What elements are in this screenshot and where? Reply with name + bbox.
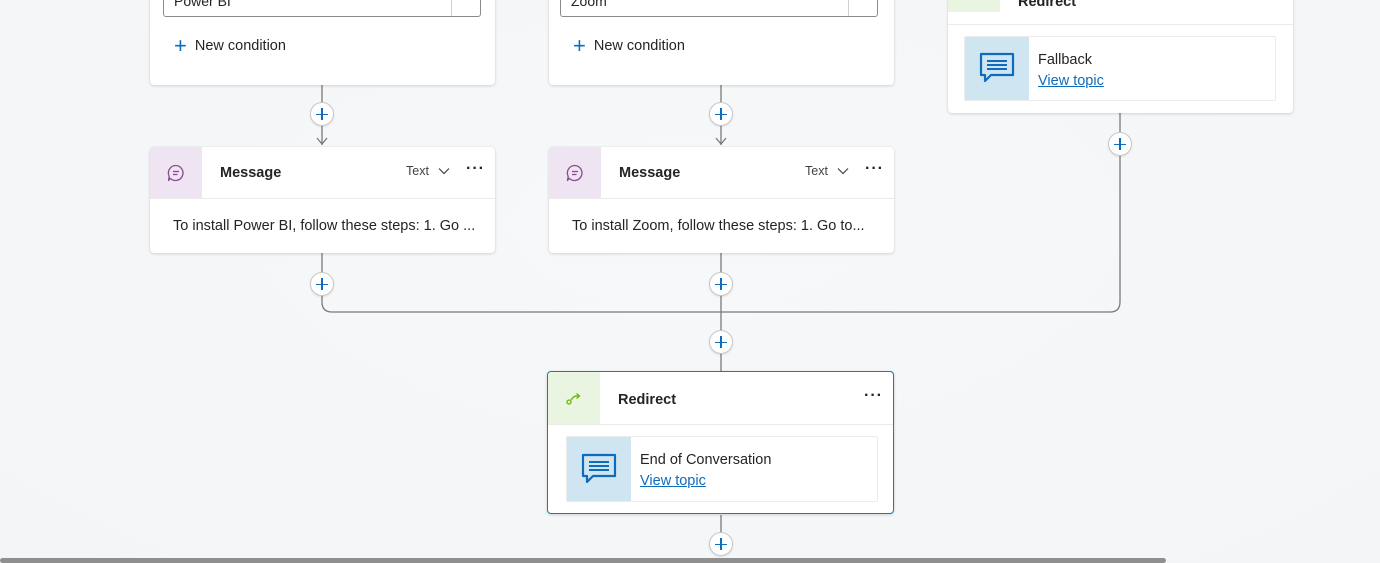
redirect-arrow-icon: [566, 393, 581, 405]
condition-value-input[interactable]: Power BI ···: [163, 0, 481, 17]
message-type-label: Text: [805, 164, 828, 178]
topic-chat-icon: [581, 453, 617, 484]
message-icon-box: [150, 147, 202, 198]
view-topic-link[interactable]: View topic: [640, 473, 706, 489]
chevron-down-icon: [438, 168, 450, 175]
message-type-dropdown[interactable]: Text: [805, 164, 849, 178]
new-condition-label: New condition: [593, 38, 685, 54]
card-divider: [549, 198, 894, 199]
condition-card-power-bi: Power BI ··· + New condition: [150, 0, 495, 85]
add-node-button[interactable]: [709, 272, 733, 296]
message-icon-box: [549, 147, 601, 198]
redirect-title: Redirect: [618, 392, 677, 408]
chat-bubble-icon: [167, 164, 184, 182]
add-node-button[interactable]: [709, 330, 733, 354]
add-node-button[interactable]: [310, 102, 334, 126]
card-divider: [150, 198, 495, 199]
message-card-power-bi[interactable]: Message Text ··· To install Power BI, fo…: [150, 147, 495, 253]
new-condition-label: New condition: [194, 38, 286, 54]
condition-value-text: Power BI: [174, 0, 231, 9]
add-node-button[interactable]: [709, 532, 733, 556]
new-condition-button[interactable]: + New condition: [573, 30, 685, 58]
add-node-button[interactable]: [310, 272, 334, 296]
condition-more-button[interactable]: ···: [848, 0, 877, 16]
message-title: Message: [619, 165, 681, 181]
message-type-label: Text: [406, 164, 429, 178]
redirect-title: Redirect: [1018, 0, 1077, 10]
more-options-button[interactable]: ···: [864, 387, 883, 405]
message-text: To install Zoom, follow these steps: 1. …: [572, 218, 865, 234]
more-options-button[interactable]: ···: [466, 160, 485, 178]
message-card-zoom[interactable]: Message Text ··· To install Zoom, follow…: [549, 147, 894, 253]
add-node-button[interactable]: [1108, 132, 1132, 156]
card-divider: [548, 424, 893, 425]
topic-icon-box: [965, 37, 1029, 100]
condition-value-text: Zoom: [571, 0, 607, 9]
condition-value-input[interactable]: Zoom ···: [560, 0, 878, 17]
add-node-button[interactable]: [709, 102, 733, 126]
fallback-redirect-card[interactable]: Redirect Fallback View topic: [948, 0, 1293, 113]
chevron-down-icon: [837, 168, 849, 175]
end-conversation-redirect-card[interactable]: Redirect ··· End of Conversation View to…: [547, 371, 894, 514]
plus-icon: +: [573, 33, 586, 58]
view-topic-link[interactable]: View topic: [1038, 73, 1104, 89]
horizontal-scrollbar[interactable]: [0, 558, 1166, 563]
topic-icon-box: [567, 437, 631, 501]
redirect-icon-box: [548, 372, 600, 424]
chat-bubble-icon: [566, 164, 583, 182]
topic-name: End of Conversation: [640, 452, 772, 468]
topic-name: Fallback: [1038, 52, 1092, 68]
condition-more-button[interactable]: ···: [451, 0, 480, 16]
message-text: To install Power BI, follow these steps:…: [173, 218, 476, 234]
topic-chat-icon: [979, 52, 1015, 83]
redirect-icon-box: [948, 0, 1000, 12]
end-conversation-topic-box: End of Conversation View topic: [566, 436, 878, 502]
more-options-button[interactable]: ···: [865, 160, 884, 178]
card-divider: [948, 24, 1293, 25]
message-title: Message: [220, 165, 282, 181]
condition-card-zoom: Zoom ··· + New condition: [549, 0, 894, 85]
new-condition-button[interactable]: + New condition: [174, 30, 286, 58]
fallback-topic-box: Fallback View topic: [964, 36, 1276, 101]
message-type-dropdown[interactable]: Text: [406, 164, 450, 178]
plus-icon: +: [174, 33, 187, 58]
